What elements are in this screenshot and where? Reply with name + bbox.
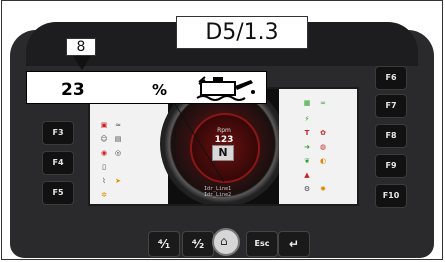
callout-marker: 8	[66, 38, 96, 56]
speed-down-button[interactable]: ⁴⁄₁	[148, 231, 180, 257]
esc-button[interactable]: Esc	[246, 231, 278, 257]
callout-marker-arrow	[73, 56, 91, 70]
enter-button[interactable]: ↵	[278, 231, 310, 257]
home-knob[interactable]: ⌂	[212, 228, 240, 256]
home-icon: ⌂	[220, 234, 228, 248]
speed-up-button[interactable]: ⁴⁄₂	[182, 231, 214, 257]
page-title: D5/1.3	[176, 16, 308, 49]
